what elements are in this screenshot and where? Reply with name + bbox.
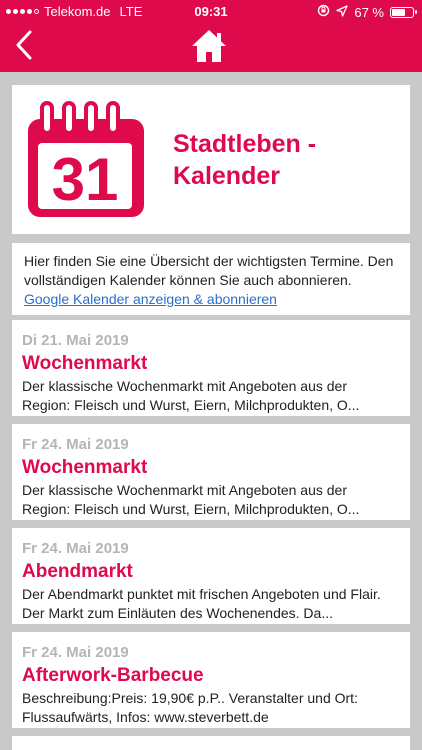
event-description: Der klassische Wochenmarkt mit Angeboten… (22, 377, 400, 415)
event-title: Wochenmarkt (22, 457, 148, 478)
event-description: Beschreibung:Preis: 19,90€ p.P.. Veranst… (22, 689, 400, 727)
event-date: Fr 24. Mai 2019 (22, 540, 129, 557)
event-description: Der klassische Wochenmarkt mit Angeboten… (22, 481, 400, 519)
calendar-icon: 31 (28, 101, 144, 217)
page-title: Stadtleben - Kalender (173, 128, 316, 192)
location-icon (336, 4, 349, 20)
event-date: Fr 24. Mai 2019 (22, 436, 129, 453)
event-description-line2: Flussaufwärts, Infos: www.steverbett.de (22, 709, 269, 725)
event-card[interactable]: Fr 24. Mai 2019 Afterwork-Barbecue Besch… (12, 632, 410, 728)
title-card: 31 Stadtleben - Kalender (12, 85, 410, 234)
home-icon (192, 30, 226, 62)
calendar-day: 31 (52, 146, 119, 213)
event-title: Wochenmarkt (22, 353, 148, 374)
rotation-lock-icon (317, 4, 330, 20)
event-description-line1: Der klassische Wochenmarkt mit Angeboten… (22, 482, 348, 498)
event-title: Abendmarkt (22, 561, 133, 582)
event-description-line1: Beschreibung:Preis: 19,90€ p.P.. Veranst… (22, 690, 358, 706)
event-description-line2: Der Markt zum Einläuten des Wochenendes.… (22, 605, 334, 621)
event-card[interactable]: Di 21. Mai 2019 Wochenmarkt Der klassisc… (12, 320, 410, 416)
status-right: 67 % (317, 4, 417, 20)
battery-percent: 67 % (354, 4, 384, 20)
back-button[interactable] (10, 28, 40, 62)
battery-icon (390, 6, 417, 18)
page-title-line2: Kalender (173, 162, 280, 190)
event-date: Fr 24. Mai 2019 (22, 644, 129, 661)
event-card[interactable]: Fr 24. Mai 2019 Wochenmarkt Der klassisc… (12, 424, 410, 520)
home-button[interactable] (190, 28, 228, 64)
event-description-line1: Der Abendmarkt punktet mit frischen Ange… (22, 586, 381, 602)
status-bar: Telekom.de LTE 09:31 67 % (0, 0, 422, 22)
event-description-line2: Region: Fleisch und Wurst, Eiern, Milchp… (22, 501, 360, 517)
event-title: Afterwork-Barbecue (22, 665, 204, 686)
event-description-line2: Region: Fleisch und Wurst, Eiern, Milchp… (22, 397, 360, 413)
event-card-partial (12, 736, 410, 750)
intro-text: Hier finden Sie eine Übersicht der wicht… (24, 253, 394, 288)
event-card[interactable]: Fr 24. Mai 2019 Abendmarkt Der Abendmark… (12, 528, 410, 624)
intro-card: Hier finden Sie eine Übersicht der wicht… (12, 243, 410, 315)
chevron-left-icon (16, 30, 32, 60)
event-date: Di 21. Mai 2019 (22, 332, 129, 349)
event-description: Der Abendmarkt punktet mit frischen Ange… (22, 585, 400, 623)
event-description-line1: Der klassische Wochenmarkt mit Angeboten… (22, 378, 348, 394)
google-calendar-link[interactable]: Google Kalender anzeigen & abonnieren (24, 290, 277, 309)
page-title-line1: Stadtleben - (173, 130, 317, 158)
app-header: Telekom.de LTE 09:31 67 % (0, 0, 422, 72)
